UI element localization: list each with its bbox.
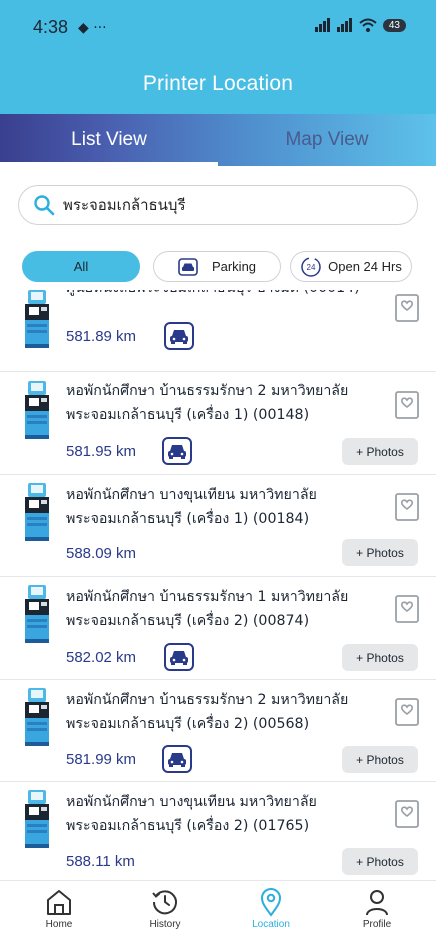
signal-icon: [314, 18, 330, 32]
list-item[interactable]: หอพักนักศึกษา บ้านธรรมรักษา 1 มหาวิทยาลั…: [0, 577, 436, 680]
filter-24hrs-button[interactable]: 24 Open 24 Hrs: [290, 251, 412, 282]
nav-profile-label: Profile: [362, 919, 392, 930]
nav-home-label: Home: [45, 919, 73, 930]
add-photos-button[interactable]: + Photos: [342, 539, 418, 566]
search-value: พระจอมเกล้าธนบุรี: [63, 196, 186, 214]
nav-home[interactable]: Home: [19, 887, 99, 930]
active-tab-indicator: [0, 162, 218, 166]
bookmark-icon[interactable]: [395, 391, 419, 419]
location-name-line1: หอพักนักศึกษา บ้านธรรมรักษา 2 มหาวิทยาลั…: [66, 383, 349, 399]
list-item[interactable]: หอพักนักศึกษา บางขุนเทียน มหาวิทยาลัย พร…: [0, 782, 436, 880]
printer-kiosk-icon: [23, 381, 51, 439]
location-name-line1: หอพักนักศึกษา บางขุนเทียน มหาวิทยาลัย: [66, 487, 317, 503]
nav-history[interactable]: History: [125, 887, 205, 930]
bookmark-icon[interactable]: [395, 493, 419, 521]
home-icon: [47, 890, 71, 915]
history-icon: [152, 890, 177, 915]
nav-history-label: History: [149, 919, 181, 930]
svg-text:24: 24: [307, 263, 316, 272]
location-distance: 588.09 km: [66, 545, 137, 562]
filter-all-button[interactable]: All: [22, 251, 140, 282]
list-item[interactable]: หอพักนักศึกษา บ้านธรรมรักษา 2 มหาวิทยาลั…: [0, 373, 436, 475]
location-name-line2: พระจอมเกล้าธนบุรี (เครื่อง 2) (00568): [66, 716, 310, 732]
nav-profile[interactable]: Profile: [337, 887, 417, 930]
printer-kiosk-icon: [23, 290, 51, 348]
signal-icon: [336, 18, 352, 32]
app-header: Printer Location: [0, 58, 436, 114]
profile-icon: [366, 890, 388, 916]
car-icon: [170, 651, 188, 665]
location-distance: 581.89 km: [66, 328, 137, 345]
car-icon: [170, 330, 188, 344]
bookmark-icon[interactable]: [395, 595, 419, 623]
location-name-line1: หอพักนักศึกษา บ้านธรรมรักษา 2 มหาวิทยาลั…: [66, 692, 349, 708]
location-name-line1: หอพักนักศึกษา บางขุนเทียน มหาวิทยาลัย: [66, 794, 317, 810]
add-photos-button[interactable]: + Photos: [342, 746, 418, 773]
search-icon: [34, 195, 55, 216]
nav-location-label: Location: [252, 919, 290, 930]
nav-location[interactable]: Location: [231, 887, 311, 930]
status-right-icons: 43: [314, 18, 406, 32]
parking-badge: [164, 643, 194, 671]
location-name-line2: พระจอมเกล้าธนบุรี (เครื่อง 1) (00148): [66, 407, 310, 423]
list-item[interactable]: หอพักนักศึกษา บางขุนเทียน มหาวิทยาลัย พร…: [0, 475, 436, 577]
add-photos-button[interactable]: + Photos: [342, 644, 418, 671]
printer-kiosk-icon: [23, 688, 51, 746]
parking-badge: [164, 322, 194, 350]
wifi-icon: [359, 18, 377, 32]
car-icon: [168, 445, 186, 459]
location-name-line1: หอพักนักศึกษา บ้านธรรมรักษา 1 มหาวิทยาลั…: [66, 589, 349, 605]
car-icon: [168, 753, 186, 767]
battery-icon: 43: [382, 18, 406, 32]
parking-badge: [162, 437, 192, 465]
view-tabs: List View Map View: [0, 114, 436, 166]
filter-all-label: All: [73, 259, 89, 274]
filter-parking-button[interactable]: Parking: [153, 251, 281, 282]
clock-24-icon: 24: [301, 256, 321, 277]
search-input[interactable]: พระจอมเกล้าธนบุรี: [18, 185, 418, 225]
tab-map-view[interactable]: Map View: [218, 114, 436, 166]
tab-list-view[interactable]: List View: [0, 114, 218, 166]
list-item[interactable]: ศูนย์หนังสือพระจอมเกล้าธนบุรี บางมด (000…: [0, 290, 436, 372]
printer-kiosk-icon: [23, 483, 51, 541]
status-bar: 4:38 ◆ ··· 43: [0, 0, 436, 58]
bookmark-icon[interactable]: [395, 294, 419, 322]
location-distance: 581.99 km: [66, 751, 137, 768]
status-time: 4:38: [33, 17, 69, 37]
parking-badge: [162, 745, 192, 773]
page-title: Printer Location: [142, 72, 294, 95]
bookmark-icon[interactable]: [395, 698, 419, 726]
filter-24hrs-label: Open 24 Hrs: [328, 259, 402, 274]
filter-chips: All Parking 24 Open 24 Hrs: [22, 251, 422, 283]
parking-car-icon: [178, 257, 198, 276]
add-photos-button[interactable]: + Photos: [342, 438, 418, 465]
location-list: ศูนย์หนังสือพระจอมเกล้าธนบุรี บางมด (000…: [0, 290, 436, 880]
bookmark-icon[interactable]: [395, 800, 419, 828]
list-item[interactable]: หอพักนักศึกษา บ้านธรรมรักษา 2 มหาวิทยาลั…: [0, 680, 436, 782]
location-name-line2: พระจอมเกล้าธนบุรี (เครื่อง 1) (00184): [66, 511, 310, 527]
filter-parking-label: Parking: [211, 259, 257, 274]
location-name-line1: ศูนย์หนังสือพระจอมเกล้าธนบุรี บางมด (000…: [66, 290, 366, 300]
location-name-line2: พระจอมเกล้าธนบุรี (เครื่อง 2) (00874): [66, 613, 310, 629]
location-pin-icon: [260, 888, 282, 917]
location-distance: 581.95 km: [66, 443, 137, 460]
printer-kiosk-icon: [23, 585, 51, 643]
bottom-navigation: Home History Location Profile: [0, 880, 436, 943]
location-name-line2: พระจอมเกล้าธนบุรี (เครื่อง 2) (01765): [66, 818, 310, 834]
add-photos-button[interactable]: + Photos: [342, 848, 418, 875]
printer-kiosk-icon: [23, 790, 51, 848]
location-distance: 582.02 km: [66, 649, 137, 666]
status-notification-icons: ◆ ···: [78, 20, 107, 36]
location-distance: 588.11 km: [66, 853, 135, 870]
